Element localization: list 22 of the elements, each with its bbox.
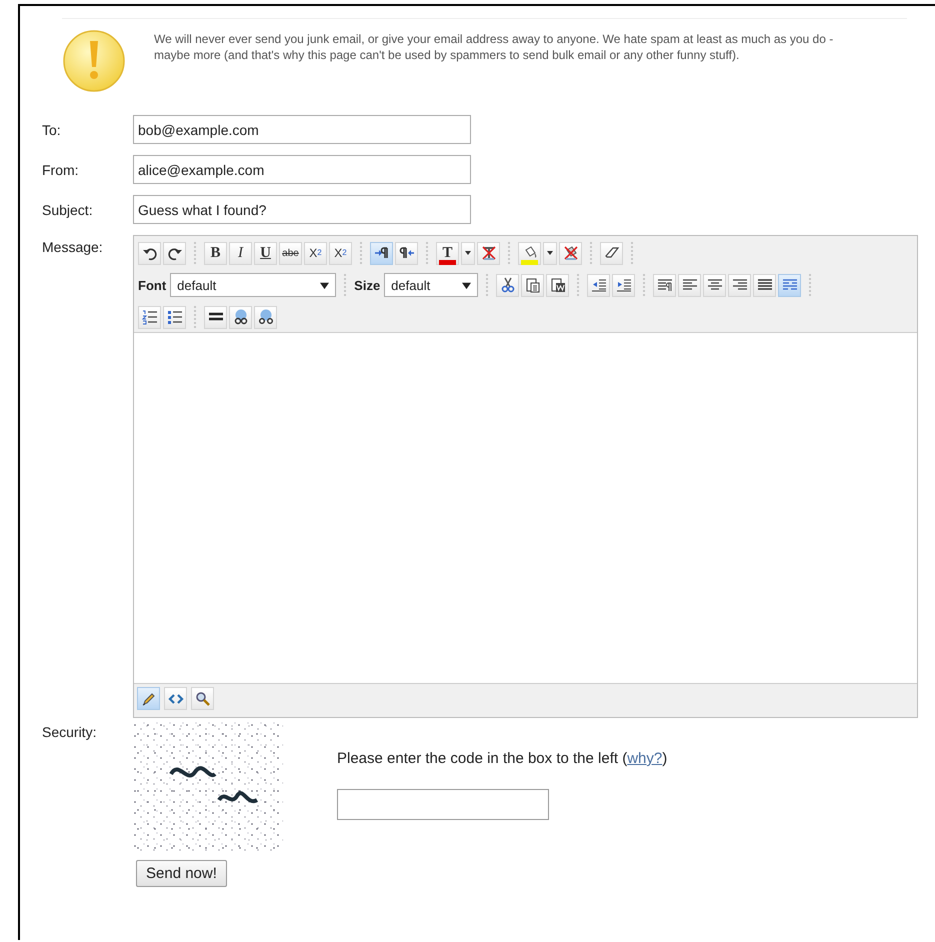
bold-button[interactable]: B <box>204 242 227 264</box>
captcha-instruction: Please enter the code in the box to the left (why?) <box>337 750 668 767</box>
dropdown-label: Size <box>354 278 380 292</box>
underline-button[interactable]: U <box>254 242 277 264</box>
field-label: Subject: <box>42 202 94 218</box>
dropdown[interactable]: default <box>384 273 478 297</box>
field-label: From: <box>42 162 80 178</box>
field-label: Security: <box>42 723 98 742</box>
privacy-notice: We will never ever send you junk email, or give your email address away to anyone. We hate spam at least as much as you do - maybe more (and that's why this page can't be used by spammers to send bulk email or any other funny stuff). <box>154 31 834 63</box>
text-color-button[interactable]: T <box>436 242 459 264</box>
text-field[interactable]: Guess what I found? <box>133 195 471 224</box>
superscript-button[interactable]: X$^{2}$ <box>329 242 352 264</box>
field-label: Message: <box>42 238 104 257</box>
dropdown-label: Font <box>138 278 166 292</box>
text-field[interactable]: alice@example.com <box>133 155 471 184</box>
why-link[interactable]: why? <box>627 750 662 767</box>
send-button[interactable]: Send now! <box>136 860 227 887</box>
italic-button[interactable]: I <box>229 242 252 264</box>
dropdown[interactable]: default <box>170 273 336 297</box>
field-label: To: <box>42 122 62 138</box>
strikethrough-button[interactable]: abe <box>279 242 302 264</box>
text-field[interactable]: bob@example.com <box>133 115 471 144</box>
